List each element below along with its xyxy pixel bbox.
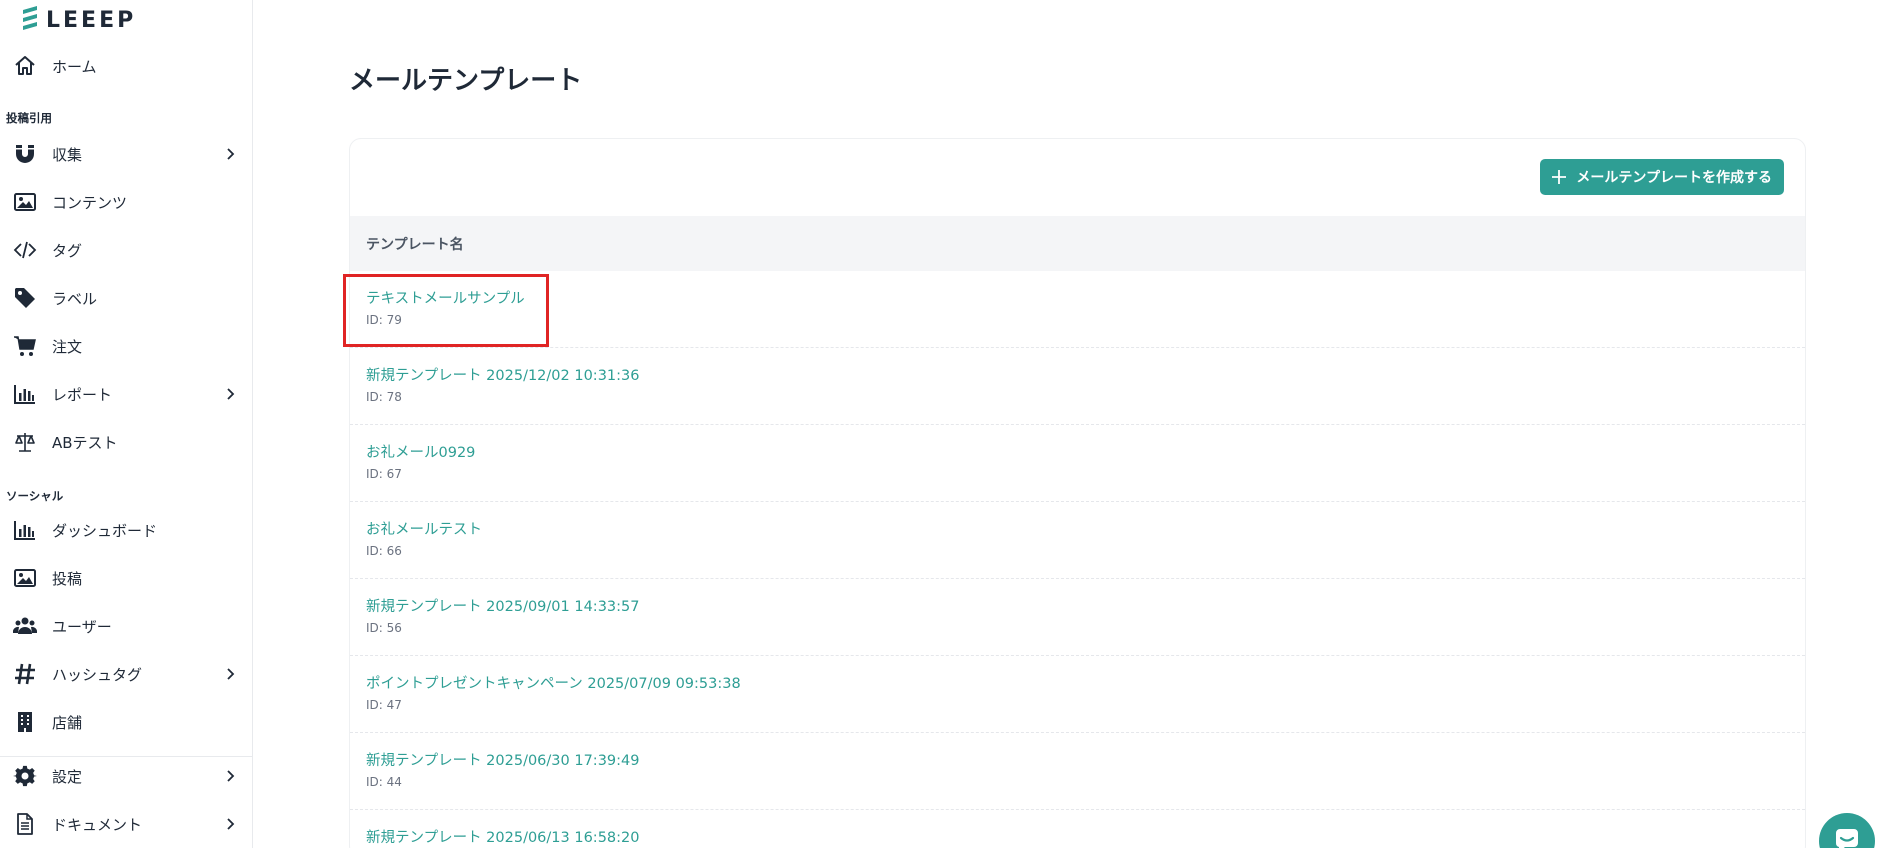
sidebar-item-settings[interactable]: 設定 — [0, 756, 252, 796]
table-row[interactable]: 新規テンプレート 2025/06/30 17:39:49 ID: 44 — [350, 733, 1805, 810]
template-name-link[interactable]: 新規テンプレート 2025/12/02 10:31:36 — [366, 364, 639, 385]
create-template-button-label: メールテンプレートを作成する — [1576, 170, 1772, 186]
table-row[interactable]: 新規テンプレート 2025/12/02 10:31:36 ID: 78 — [350, 348, 1805, 425]
chevron-right-icon — [227, 668, 235, 680]
table-row[interactable]: ポイントプレゼントキャンペーン 2025/07/09 09:53:38 ID: … — [350, 656, 1805, 733]
plus-icon — [1552, 170, 1567, 184]
sidebar-item-users[interactable]: ユーザー — [0, 606, 252, 646]
sidebar-item-label: ハッシュタグ — [52, 665, 143, 684]
chevron-right-icon — [227, 388, 235, 400]
image-icon — [12, 189, 38, 215]
cart-icon — [12, 333, 38, 359]
chevron-right-icon — [227, 818, 235, 830]
sidebar-item-label: 収集 — [52, 145, 83, 164]
template-id: ID: 67 — [366, 467, 402, 481]
template-name-link[interactable]: 新規テンプレート 2025/06/13 16:58:20 — [366, 826, 639, 847]
logo-mark-icon — [23, 6, 37, 30]
gear-icon — [12, 763, 38, 789]
sidebar-item-label: 注文 — [52, 337, 83, 356]
sidebar-item-tag[interactable]: タグ — [0, 230, 252, 270]
chat-icon — [1835, 829, 1858, 848]
sidebar-item-label: ダッシュボード — [52, 521, 158, 540]
sidebar-item-label: 投稿 — [52, 569, 83, 588]
section-title-social: ソーシャル — [6, 489, 64, 503]
template-name-link[interactable]: 新規テンプレート 2025/09/01 14:33:57 — [366, 595, 639, 616]
table-row[interactable]: お礼メール0929 ID: 67 — [350, 425, 1805, 502]
table-row[interactable]: テキストメールサンプル ID: 79 — [350, 271, 1805, 348]
tag-icon — [12, 285, 38, 311]
sidebar-item-collect[interactable]: 収集 — [0, 134, 252, 174]
scale-icon — [12, 429, 38, 455]
sidebar-item-label: ユーザー — [52, 617, 112, 636]
building-icon — [12, 709, 38, 735]
template-id: ID: 56 — [366, 621, 402, 635]
bar-chart-icon — [12, 517, 38, 543]
sidebar-item-report[interactable]: レポート — [0, 374, 252, 414]
sidebar: LEEEP ホーム 投稿引用 収集 コンテンツ タグ ラベル 注文 レポート A… — [0, 0, 253, 848]
page-title: メールテンプレート — [349, 66, 583, 96]
sidebar-item-label: ドキュメント — [52, 815, 143, 834]
sidebar-item-label: 設定 — [52, 767, 83, 786]
sidebar-item-label: レポート — [52, 385, 113, 404]
sidebar-item-home[interactable]: ホーム — [0, 46, 252, 86]
sidebar-item-abtest[interactable]: ABテスト — [0, 422, 252, 462]
hashtag-icon — [12, 661, 38, 687]
magnet-icon — [12, 141, 38, 167]
template-name-link[interactable]: ポイントプレゼントキャンペーン 2025/07/09 09:53:38 — [366, 672, 741, 693]
template-name-link[interactable]: テキストメールサンプル — [366, 287, 525, 308]
sidebar-item-contents[interactable]: コンテンツ — [0, 182, 252, 222]
chevron-right-icon — [227, 770, 235, 782]
table-row[interactable]: お礼メールテスト ID: 66 — [350, 502, 1805, 579]
template-id: ID: 66 — [366, 544, 402, 558]
template-id: ID: 79 — [366, 313, 402, 327]
create-template-button[interactable]: メールテンプレートを作成する — [1540, 159, 1784, 195]
sidebar-item-label: コンテンツ — [52, 193, 128, 212]
chat-support-button[interactable] — [1819, 813, 1875, 848]
document-icon — [12, 811, 38, 837]
table-row[interactable]: 新規テンプレート 2025/09/01 14:33:57 ID: 56 — [350, 579, 1805, 656]
template-id: ID: 44 — [366, 775, 402, 789]
template-name-link[interactable]: お礼メール0929 — [366, 441, 475, 462]
sidebar-item-orders[interactable]: 注文 — [0, 326, 252, 366]
logo-text: LEEEP — [46, 7, 137, 33]
image-icon — [12, 565, 38, 591]
chevron-right-icon — [227, 148, 235, 160]
template-id: ID: 47 — [366, 698, 402, 712]
template-name-link[interactable]: お礼メールテスト — [366, 518, 482, 539]
table-row[interactable]: 新規テンプレート 2025/06/13 16:58:20 — [350, 810, 1805, 848]
leeep-logo[interactable]: LEEEP — [20, 6, 136, 34]
sidebar-item-documents[interactable]: ドキュメント — [0, 804, 252, 844]
sidebar-item-posts[interactable]: 投稿 — [0, 558, 252, 598]
sidebar-item-stores[interactable]: 店舗 — [0, 702, 252, 742]
template-name-link[interactable]: 新規テンプレート 2025/06/30 17:39:49 — [366, 749, 639, 770]
sidebar-item-label: ABテスト — [52, 433, 118, 452]
column-header-template-name: テンプレート名 — [366, 236, 464, 253]
sidebar-item-label: タグ — [52, 241, 83, 260]
code-icon — [12, 237, 38, 263]
sidebar-item-dashboard[interactable]: ダッシュボード — [0, 510, 252, 550]
template-list-card: メールテンプレートを作成する テンプレート名 テキストメールサンプル ID: 7… — [349, 138, 1806, 848]
table-header: テンプレート名 — [350, 216, 1805, 271]
sidebar-item-label: ラベル — [52, 289, 98, 308]
template-id: ID: 78 — [366, 390, 402, 404]
sidebar-item-label-menu[interactable]: ラベル — [0, 278, 252, 318]
sidebar-item-label: ホーム — [52, 57, 97, 76]
sidebar-item-hashtag[interactable]: ハッシュタグ — [0, 654, 252, 694]
sidebar-item-label: 店舗 — [52, 713, 83, 732]
bar-chart-icon — [12, 381, 38, 407]
users-icon — [12, 613, 38, 639]
home-icon — [12, 53, 38, 79]
section-title-post: 投稿引用 — [6, 111, 52, 125]
